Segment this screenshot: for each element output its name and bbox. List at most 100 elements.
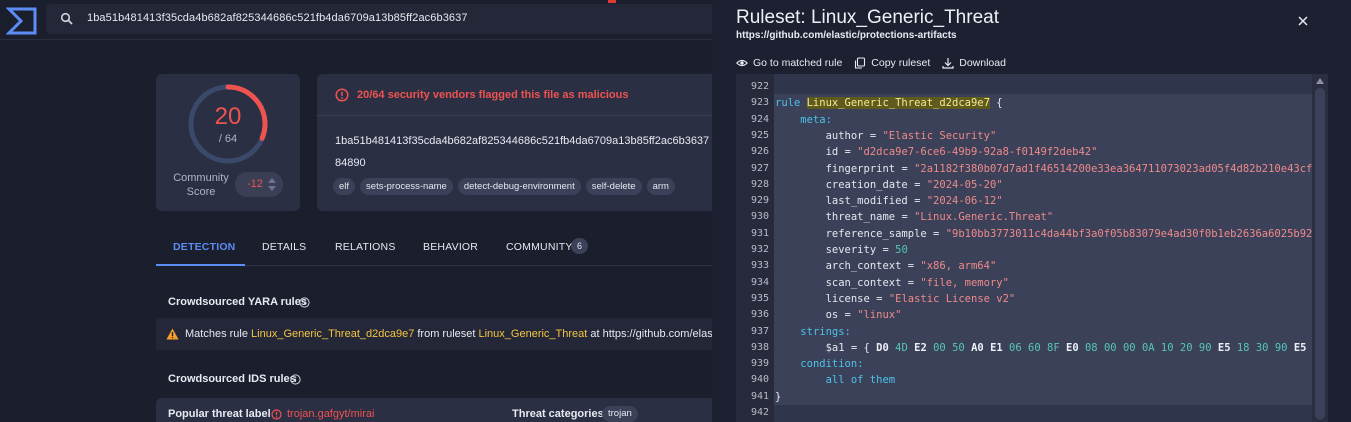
ids-section-title: Crowdsourced IDS rules [168, 373, 296, 385]
line-number: 922 [750, 81, 769, 92]
meta-value: "2024-06-12" [926, 195, 1003, 208]
vertical-scrollbar[interactable] [1312, 74, 1328, 422]
copy-icon [855, 57, 866, 69]
code-line: scan_context = "file, memory" [825, 276, 1009, 289]
hex-byte: 30 [1255, 341, 1269, 354]
yara-rule-link[interactable]: Linux_Generic_Threat_d2dca9e7 [251, 328, 414, 340]
download-icon [942, 58, 954, 69]
hex-byte: 06 [1009, 341, 1022, 354]
threat-category-tag[interactable]: trojan [602, 406, 638, 422]
meta-key: arch_context [825, 260, 902, 273]
popular-threat-value[interactable]: trojan.gafgyt/mirai [287, 408, 374, 420]
close-icon[interactable] [1296, 14, 1310, 28]
copy-ruleset-button[interactable]: Copy ruleset [854, 56, 930, 70]
file-hash[interactable]: 1ba51b481413f35cda4b682af825344686c521fb… [335, 135, 709, 147]
tag-self-delete[interactable]: self-delete [585, 178, 642, 195]
condition-expression: all of them [825, 374, 896, 387]
meta-key: author [825, 129, 864, 142]
tab-detection[interactable]: DETECTION [173, 241, 235, 253]
meta-key: severity [825, 244, 877, 256]
tag-detect-debug-environment[interactable]: detect-debug-environment [457, 178, 581, 195]
meta-value: "d2dca9e7-6ce6-49b9-92a8-f0149f2deb42" [857, 146, 1098, 159]
meta-key: threat_name [825, 211, 896, 224]
tab-relations[interactable]: RELATIONS [335, 241, 396, 253]
download-button[interactable]: Download [942, 56, 1006, 70]
code-line: id = "d2dca9e7-6ce6-49b9-92a8-f0149f2deb… [825, 146, 1098, 159]
meta-key: os [825, 309, 839, 322]
meta-value: "2024-05-20" [926, 178, 1003, 191]
code-line: creation_date = "2024-05-20" [825, 178, 1003, 191]
file-size: 84890 [335, 157, 366, 169]
tag-arm[interactable]: arm [646, 178, 675, 195]
threat-categories-label: Threat categories [512, 408, 604, 420]
detection-score-card: 20 / 64 Community Score -12 [156, 74, 300, 211]
strings-keyword: strings: [800, 325, 851, 338]
tag-elf[interactable]: elf [333, 178, 356, 195]
info-icon[interactable] [299, 297, 310, 308]
meta-value: "9b10bb3773011c4da44bf3a0f05b83079e4ad30… [945, 227, 1325, 240]
line-number: 935 [750, 292, 769, 304]
vote-arrows-icon[interactable] [267, 175, 277, 194]
notification-marker [608, 0, 616, 3]
line-number: 924 [750, 113, 769, 125]
code-line: last_modified = "2024-06-12" [825, 195, 1003, 208]
eye-icon [736, 59, 748, 67]
community-score-widget: -12 [235, 172, 283, 197]
search-input[interactable]: 1ba51b481413f35cda4b682af825344686c521fb… [87, 12, 468, 24]
meta-value: 50 [895, 244, 908, 256]
code-line: threat_name = "Linux.Generic.Threat" [825, 211, 1054, 224]
line-number: 938 [750, 341, 769, 353]
report-tabs: DETECTION DETAILS RELATIONS BEHAVIOR COM… [156, 232, 712, 266]
line-number-gutter: 922 923 924 925 926 927 928 929 930 931 932 933 934 9… [736, 74, 774, 422]
meta-value: "Elastic License v2" [888, 292, 1016, 305]
hex-byte: 18 [1236, 341, 1250, 354]
rule-name: Linux_Generic_Threat_d2dca9e7 [806, 97, 990, 110]
drawer-title: Ruleset: Linux_Generic_Threat [736, 7, 999, 28]
code-line: condition: [775, 358, 864, 371]
hex-byte: 4D [895, 341, 908, 354]
code-line: strings: [775, 326, 851, 338]
hex-byte: 00 [933, 341, 946, 354]
code-line: license = "Elastic License v2" [825, 292, 1016, 305]
yara-ruleset-link[interactable]: Linux_Generic_Threat [479, 328, 588, 340]
file-tags: elf sets-process-name detect-debug-envir… [333, 178, 675, 195]
scrollbar-thumb[interactable] [1315, 88, 1325, 420]
meta-key: fingerprint [825, 162, 896, 175]
community-score-label: Community Score [173, 172, 229, 198]
goto-matched-rule-button[interactable]: Go to matched rule [736, 56, 842, 70]
line-number: 929 [750, 195, 769, 207]
hex-byte: 08 [1084, 341, 1098, 354]
tab-details[interactable]: DETAILS [262, 241, 306, 253]
yara-section-header: Crowdsourced YARA rules [156, 289, 712, 315]
alert-circle-icon [335, 88, 349, 102]
line-number: 940 [750, 374, 769, 386]
tab-community[interactable]: COMMUNITY [506, 241, 573, 253]
meta-value: "Linux.Generic.Threat" [914, 211, 1054, 224]
search-bar[interactable]: 1ba51b481413f35cda4b682af825344686c521fb… [46, 4, 712, 34]
condition-keyword: condition: [800, 358, 864, 371]
hex-byte: E1 [990, 341, 1003, 354]
line-number: 939 [750, 358, 769, 370]
code-line: reference_sample = "9b10bb3773011c4da44b… [825, 227, 1325, 240]
ruleset-code-viewer[interactable]: 922 923 924 925 926 927 928 929 930 931 932 933 934 9… [736, 74, 1328, 422]
scroll-up-icon[interactable] [1316, 78, 1324, 84]
code-line: meta: [775, 114, 832, 126]
line-number: 942 [750, 407, 769, 418]
yara-match-suffix: at https://github.com/elastic/p [590, 328, 712, 340]
hex-byte: E5 [1217, 341, 1231, 354]
yara-match-mid: from ruleset [414, 328, 479, 340]
info-icon[interactable] [290, 374, 301, 385]
virustotal-logo-icon[interactable] [6, 5, 38, 37]
malicious-banner: 20/64 security vendors flagged this file… [317, 74, 712, 116]
tag-sets-process-name[interactable]: sets-process-name [360, 178, 453, 195]
line-number: 928 [750, 178, 769, 190]
code-line: } [775, 391, 781, 403]
tab-behavior[interactable]: BEHAVIOR [423, 241, 478, 253]
code-line: fingerprint = "2a1182f380b07d7ad1f465142… [825, 162, 1325, 175]
drawer-subtitle-link[interactable]: https://github.com/elastic/protections-a… [736, 30, 957, 41]
hex-byte: E0 [1066, 341, 1079, 354]
threat-summary-row: Popular threat label trojan.gafgyt/mirai… [156, 398, 712, 422]
line-number: 931 [750, 227, 769, 239]
file-info-card: 20/64 security vendors flagged this file… [317, 74, 712, 211]
hex-byte: 90 [1198, 341, 1212, 354]
